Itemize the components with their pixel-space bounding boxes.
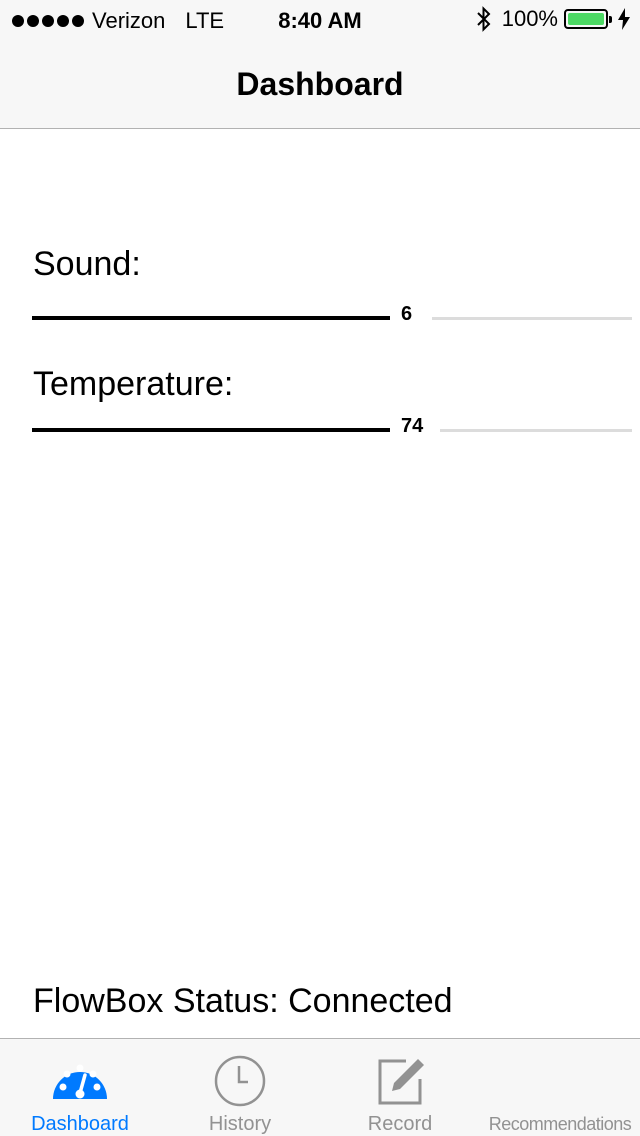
tab-record-label: Record <box>367 1113 433 1135</box>
sound-value: 6 <box>401 303 413 325</box>
sound-slider-track-filled <box>32 316 390 320</box>
tab-dashboard-label: Dashboard <box>31 1113 129 1135</box>
temperature-label: Temperature: <box>33 365 234 403</box>
status-bar: Verizon LTE 8:40 AM 100% <box>0 0 640 40</box>
battery-icon <box>564 9 612 29</box>
sound-slider-track-empty <box>432 317 632 320</box>
tab-record[interactable]: Record <box>320 1039 480 1136</box>
temperature-value: 74 <box>401 415 424 437</box>
status-right: 100% <box>476 6 630 32</box>
battery-percent: 100% <box>501 6 558 31</box>
tab-bar: Dashboard History Record Recommendations <box>0 1038 640 1136</box>
battery-level <box>568 13 604 25</box>
tab-recommendations-label: Recommendations <box>488 1114 632 1134</box>
clock-icon <box>214 1055 266 1107</box>
charging-bolt-icon <box>618 8 630 30</box>
flowbox-status: FlowBox Status: Connected <box>33 982 453 1020</box>
tab-dashboard[interactable]: Dashboard <box>0 1039 160 1136</box>
dashboard-gauge-icon <box>53 1064 107 1099</box>
bluetooth-icon <box>477 6 491 32</box>
sound-label: Sound: <box>33 245 141 283</box>
navigation-bar: Dashboard <box>0 40 640 129</box>
sound-slider[interactable]: 6 <box>32 303 632 333</box>
compose-pencil-icon <box>378 1059 424 1105</box>
tab-history[interactable]: History <box>160 1039 320 1136</box>
tab-recommendations[interactable]: Recommendations <box>480 1039 640 1136</box>
temperature-slider[interactable]: 74 <box>32 415 632 445</box>
page-title: Dashboard <box>236 66 404 102</box>
temperature-slider-track-filled <box>32 428 390 432</box>
tab-history-label: History <box>208 1113 272 1135</box>
temperature-slider-track-empty <box>440 429 632 432</box>
